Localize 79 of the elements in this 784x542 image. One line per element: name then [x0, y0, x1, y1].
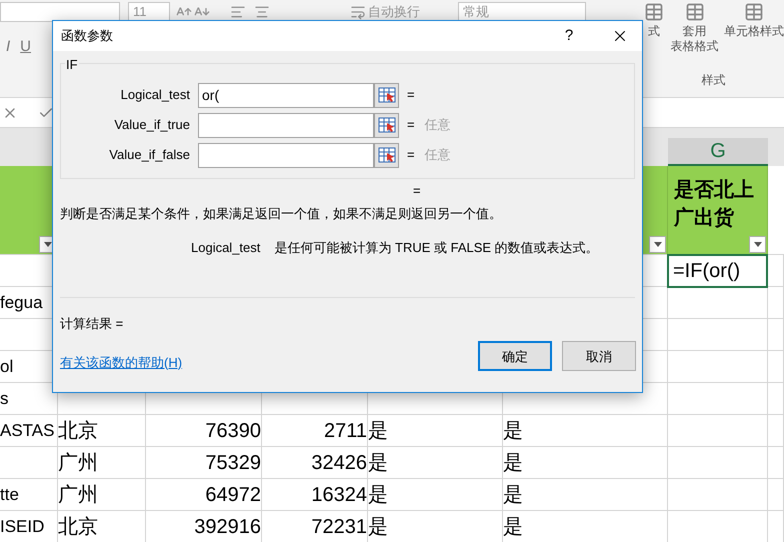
argument-result: =: [407, 86, 415, 104]
format-button[interactable]: U: [20, 36, 32, 58]
wrap-text-icon[interactable]: [350, 4, 366, 20]
help-button[interactable]: ?: [554, 22, 584, 50]
table-cell: 64972: [146, 479, 262, 511]
range-select-icon: [378, 117, 396, 133]
function-description: 判断是否满足某个条件，如果满足返回一个值，如果不满足则返回另一个值。: [60, 205, 503, 223]
argument-hint: 任意: [424, 146, 451, 164]
filter-dropdown[interactable]: [749, 236, 766, 253]
table-cell: [0, 447, 58, 479]
table-cell: 是: [503, 511, 668, 542]
format-button[interactable]: I: [6, 36, 10, 58]
range-select-button[interactable]: [374, 112, 399, 138]
table-cell: 是: [368, 447, 503, 479]
argument-result: =: [407, 116, 415, 134]
table-cell: 72231: [262, 511, 368, 542]
dialog-title: 函数参数: [61, 27, 113, 46]
table-cell: 16324: [262, 479, 368, 511]
argument-field[interactable]: [198, 112, 374, 138]
range-select-button[interactable]: [374, 82, 399, 108]
table-cell: 是: [368, 415, 503, 447]
table-cell: [768, 351, 784, 383]
table-cell: 32426: [262, 447, 368, 479]
table-cell: 76390: [146, 415, 262, 447]
table-cell: 是: [368, 511, 503, 542]
align-center-icon[interactable]: [254, 4, 270, 20]
filter-dropdown[interactable]: [649, 236, 666, 253]
table-cell: 392916: [146, 511, 262, 542]
calculation-result: 计算结果 =: [60, 315, 124, 333]
argument-help-text: 是任何可能被计算为 TRUE 或 FALSE 的数值或表达式。: [274, 239, 599, 257]
argument-help-name: Logical_test: [191, 239, 260, 257]
table-icon: [684, 2, 706, 22]
table-cell: 是: [503, 415, 668, 447]
caret-icon: [44, 242, 52, 247]
help-link[interactable]: 有关该函数的帮助(H): [60, 352, 182, 372]
table-cell: 广州: [58, 447, 146, 479]
formula-result: =: [413, 183, 422, 199]
table-cell: 是: [503, 479, 668, 511]
table-cell: 北京: [58, 511, 146, 542]
argument-result: =: [407, 146, 415, 164]
table-cell: [768, 447, 784, 479]
argument-field[interactable]: [198, 142, 374, 168]
table-cell: [768, 383, 784, 415]
table-icon: [643, 2, 665, 22]
table-cell: 是: [503, 447, 668, 479]
active-cell[interactable]: =IF(or(): [667, 254, 768, 288]
table-cell: [768, 415, 784, 447]
table-cell: 广州: [58, 479, 146, 511]
align-left-icon[interactable]: [230, 4, 246, 20]
table-cell: 北京: [58, 415, 146, 447]
caret-icon: [754, 242, 762, 247]
column-header[interactable]: G: [668, 138, 768, 166]
group-label: 样式: [702, 72, 726, 89]
argument-hint: 任意: [424, 116, 451, 134]
style-button[interactable]: 套用 表格格式: [670, 2, 718, 54]
table-cell: 是: [368, 479, 503, 511]
font-name-field[interactable]: [0, 2, 120, 22]
header-label: 是否北上广出货: [674, 178, 755, 231]
argument-label: Logical_test: [120, 86, 191, 104]
table-cell: [768, 479, 784, 511]
range-select-icon: [378, 147, 396, 163]
style-button[interactable]: 式: [643, 2, 665, 54]
dialog-button[interactable]: 确定: [478, 341, 552, 372]
table-cell: tte: [0, 479, 58, 511]
argument-label: Value_if_true: [113, 116, 191, 134]
range-select-icon: [378, 87, 396, 103]
style-button[interactable]: 单元格样式: [724, 2, 784, 54]
range-select-button[interactable]: [374, 142, 399, 168]
caret-icon: [654, 242, 662, 247]
table-cell: 75329: [146, 447, 262, 479]
argument-label: Value_if_false: [108, 146, 191, 164]
table-cell: [768, 319, 784, 351]
table-cell: 2711: [262, 415, 368, 447]
table-cell: ISEID: [0, 511, 58, 542]
argument-field[interactable]: or(: [198, 82, 374, 108]
table-cell: ASTAS: [0, 415, 58, 447]
table-cell: [768, 287, 784, 319]
table-icon: [743, 2, 765, 22]
dialog-button[interactable]: 取消: [562, 341, 636, 372]
